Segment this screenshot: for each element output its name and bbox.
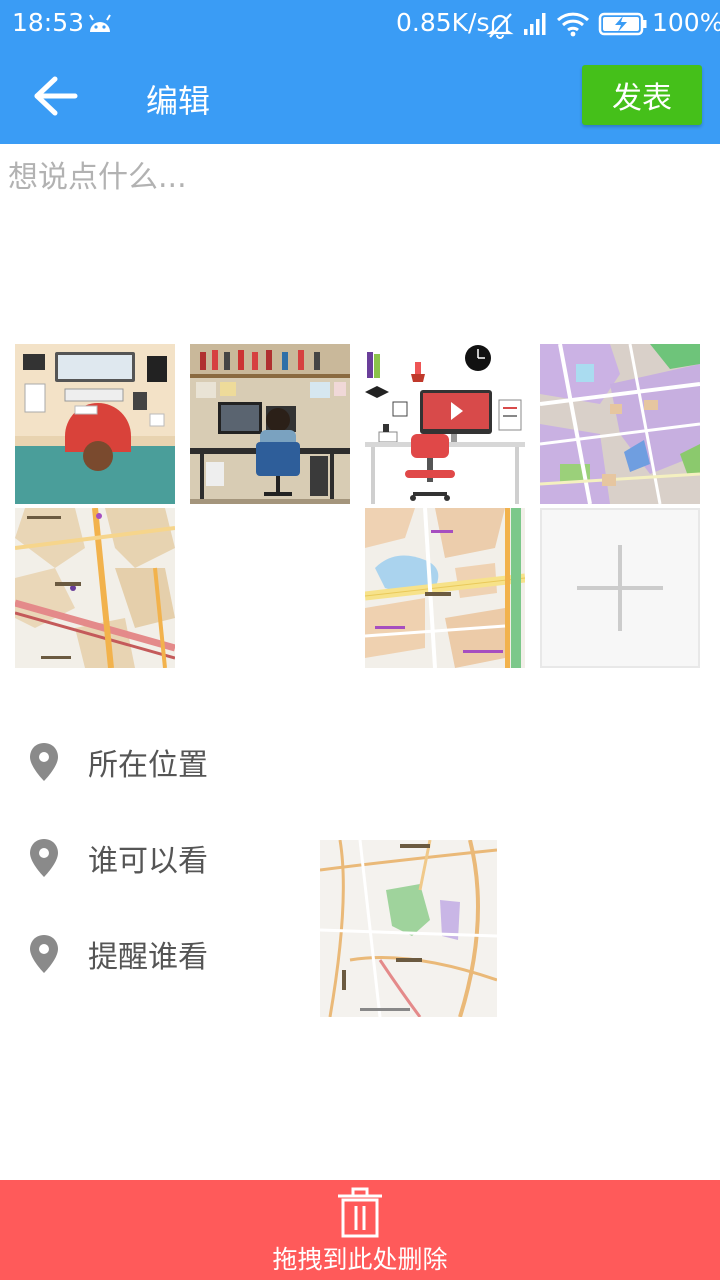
option-who-can-see[interactable]: 谁可以看 <box>28 828 288 888</box>
arrow-left-icon <box>34 76 78 116</box>
photo-city-map-roads[interactable] <box>365 508 525 668</box>
location-pin-icon <box>30 839 58 877</box>
delete-drop-zone[interactable]: 拖拽到此处删除 <box>0 1180 720 1280</box>
bell-off-icon <box>486 13 514 39</box>
add-photo-button[interactable] <box>540 508 700 668</box>
dragging-photo-map[interactable] <box>320 840 497 1017</box>
photo-city-map-starbucks[interactable] <box>15 508 175 668</box>
trash-icon <box>338 1187 382 1238</box>
photo-desk-topdown[interactable] <box>15 344 175 504</box>
back-button[interactable] <box>24 68 88 124</box>
status-bar: 18:53 0.85K/s 100% <box>0 0 720 48</box>
location-pin-icon <box>30 743 58 781</box>
delete-zone-label: 拖拽到此处删除 <box>272 1245 448 1274</box>
post-text-input[interactable] <box>8 152 708 322</box>
location-pin-icon <box>30 935 58 973</box>
photo-artist-studio[interactable] <box>190 344 350 504</box>
network-speed: 0.85K/s <box>396 8 490 37</box>
option-remind[interactable]: 提醒谁看 <box>28 924 288 984</box>
option-location-label: 所在位置 <box>88 748 208 783</box>
android-icon <box>89 14 111 32</box>
plus-icon <box>577 545 663 631</box>
photo-flat-desk-illustration[interactable] <box>365 344 525 504</box>
option-location[interactable]: 所在位置 <box>28 732 288 792</box>
wifi-icon <box>556 12 590 37</box>
option-remind-label: 提醒谁看 <box>88 940 208 975</box>
option-who-can-see-label: 谁可以看 <box>88 844 208 879</box>
signal-icon <box>524 13 546 35</box>
title-bar: 编辑 发表 <box>0 48 720 144</box>
battery-charging-icon <box>598 12 647 36</box>
status-time: 18:53 <box>12 8 85 37</box>
page-title: 编辑 <box>146 82 211 120</box>
photo-city-map-purple[interactable] <box>540 344 700 504</box>
publish-button[interactable]: 发表 <box>582 65 702 125</box>
battery-percent: 100% <box>652 8 720 37</box>
